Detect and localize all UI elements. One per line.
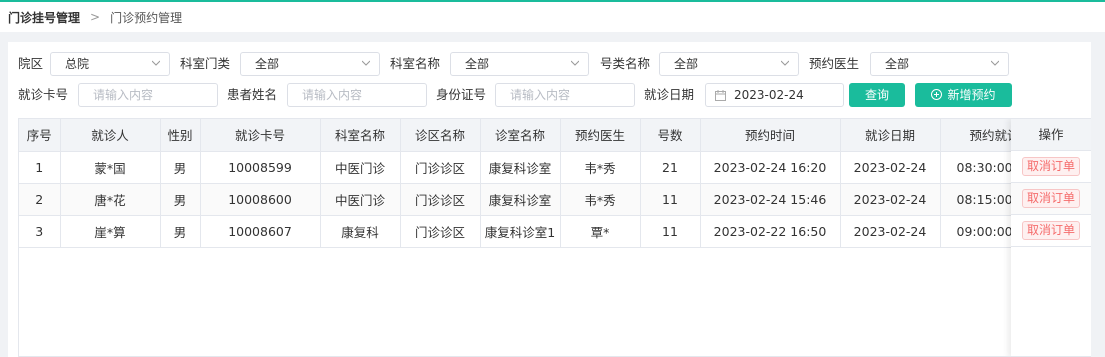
col-header-actions: 操作 [1011, 119, 1091, 151]
visit-date-label: 就诊日期 [644, 87, 695, 102]
hospital-label: 院区 [18, 56, 44, 71]
cell-doctor: 韦*秀 [560, 183, 641, 216]
chevron-down-icon [781, 60, 789, 66]
add-appointment-button[interactable]: 新增预约 [915, 83, 1012, 107]
dept-category-select-value: 全部 [255, 57, 280, 71]
cell-book-time: 2023-02-22 16:50 [700, 215, 841, 248]
cell-card: 10008599 [200, 151, 321, 184]
table-row[interactable]: 3 崖*算 男 10008607 康复科 门诊诊区 康复科诊室1 覃* 11 2… [19, 215, 1091, 248]
cell-gender: 男 [160, 215, 201, 248]
cell-room: 康复科诊室 [480, 183, 561, 216]
doctor-select[interactable]: 全部 [870, 52, 1009, 76]
col-header-dept: 科室名称 [320, 119, 401, 152]
col-header-num: 号数 [640, 119, 701, 152]
cell-num: 21 [640, 151, 701, 184]
cell-doctor: 韦*秀 [560, 151, 641, 184]
dept-name-select-value: 全部 [465, 57, 490, 71]
cell-num: 11 [640, 183, 701, 216]
table-header-row: 序号 就诊人 性别 就诊卡号 科室名称 诊区名称 诊室名称 预约医生 号数 预约… [19, 119, 1091, 152]
col-header-visit-date: 就诊日期 [840, 119, 941, 152]
reg-type-select[interactable]: 全部 [659, 52, 799, 76]
dept-category-select[interactable]: 全部 [240, 52, 380, 76]
col-header-room: 诊室名称 [480, 119, 561, 152]
col-header-book-time: 预约时间 [700, 119, 841, 152]
cell-room: 康复科诊室 [480, 151, 561, 184]
cell-room: 康复科诊室1 [480, 215, 561, 248]
breadcrumb-root[interactable]: 门诊挂号管理 [8, 9, 80, 26]
cell-visit-date: 2023-02-24 [840, 151, 941, 184]
main-panel: 院区 总院 科室门类 全部 科室名称 全部 号类名称 全部 预约医生 全部 就诊… [8, 42, 1105, 357]
cell-no: 2 [19, 183, 61, 216]
cell-zone: 门诊诊区 [400, 151, 481, 184]
cell-book-time: 2023-02-24 16:20 [700, 151, 841, 184]
cell-visit-date: 2023-02-24 [840, 215, 941, 248]
dept-name-select[interactable]: 全部 [450, 52, 589, 76]
col-header-no: 序号 [19, 119, 61, 152]
cell-no: 1 [19, 151, 61, 184]
query-button-label: 查询 [864, 88, 889, 102]
cell-patient: 崖*算 [60, 215, 161, 248]
cell-gender: 男 [160, 183, 201, 216]
cancel-order-button[interactable]: 取消订单 [1021, 157, 1080, 176]
cell-card: 10008600 [200, 183, 321, 216]
add-appointment-label: 新增预约 [947, 88, 996, 102]
reg-type-label: 号类名称 [600, 56, 651, 71]
id-no-input[interactable] [495, 83, 635, 107]
cell-book-time: 2023-02-24 15:46 [700, 183, 841, 216]
col-header-card: 就诊卡号 [200, 119, 321, 152]
visit-date-value: 2023-02-24 [734, 88, 804, 102]
col-header-zone: 诊区名称 [400, 119, 481, 152]
action-cell: 取消订单 [1011, 215, 1091, 247]
hospital-select[interactable]: 总院 [50, 52, 170, 76]
chevron-down-icon [571, 60, 579, 66]
doctor-label: 预约医生 [809, 56, 860, 71]
patient-name-label: 患者姓名 [227, 87, 278, 102]
chevron-down-icon [362, 60, 370, 66]
breadcrumb: 门诊挂号管理 > 门诊预约管理 [0, 0, 1105, 32]
plus-circle-icon [931, 89, 943, 100]
action-cell: 取消订单 [1011, 151, 1091, 183]
col-header-gender: 性别 [160, 119, 201, 152]
cell-num: 11 [640, 215, 701, 248]
calendar-icon [715, 90, 726, 101]
cancel-order-button[interactable]: 取消订单 [1021, 189, 1080, 208]
chevron-down-icon [152, 60, 160, 66]
cell-dept: 中医门诊 [320, 151, 401, 184]
dept-category-label: 科室门类 [180, 56, 231, 71]
col-header-patient: 就诊人 [60, 119, 161, 152]
doctor-select-value: 全部 [885, 57, 910, 71]
col-header-doctor: 预约医生 [560, 119, 641, 152]
query-button[interactable]: 查询 [849, 83, 905, 107]
cell-patient: 蒙*国 [60, 151, 161, 184]
reg-type-select-value: 全部 [674, 57, 699, 71]
chevron-down-icon [991, 60, 999, 66]
card-no-input[interactable] [78, 83, 218, 107]
action-cell: 取消订单 [1011, 183, 1091, 215]
card-no-label: 就诊卡号 [18, 87, 69, 102]
cell-zone: 门诊诊区 [400, 183, 481, 216]
patient-name-input[interactable] [287, 83, 427, 107]
cell-visit-date: 2023-02-24 [840, 183, 941, 216]
cancel-order-button[interactable]: 取消订单 [1021, 221, 1080, 240]
breadcrumb-current: 门诊预约管理 [110, 10, 183, 25]
cell-zone: 门诊诊区 [400, 215, 481, 248]
page-scroll-gutter [1091, 42, 1105, 357]
fixed-action-column: 操作 取消订单 取消订单 取消订单 [1011, 119, 1091, 356]
breadcrumb-separator: > [90, 10, 101, 24]
cell-dept: 中医门诊 [320, 183, 401, 216]
appointment-table: 序号 就诊人 性别 就诊卡号 科室名称 诊区名称 诊室名称 预约医生 号数 预约… [18, 118, 1092, 357]
table-row[interactable]: 1 蒙*国 男 10008599 中医门诊 门诊诊区 康复科诊室 韦*秀 21 … [19, 151, 1091, 184]
cell-gender: 男 [160, 151, 201, 184]
hospital-select-value: 总院 [65, 57, 90, 71]
cell-patient: 唐*花 [60, 183, 161, 216]
cell-no: 3 [19, 215, 61, 248]
cell-dept: 康复科 [320, 215, 401, 248]
visit-date-picker[interactable]: 2023-02-24 [705, 83, 844, 107]
dept-name-label: 科室名称 [390, 56, 441, 71]
table-row[interactable]: 2 唐*花 男 10008600 中医门诊 门诊诊区 康复科诊室 韦*秀 11 … [19, 183, 1091, 216]
id-no-label: 身份证号 [436, 87, 487, 102]
cell-doctor: 覃* [560, 215, 641, 248]
cell-card: 10008607 [200, 215, 321, 248]
